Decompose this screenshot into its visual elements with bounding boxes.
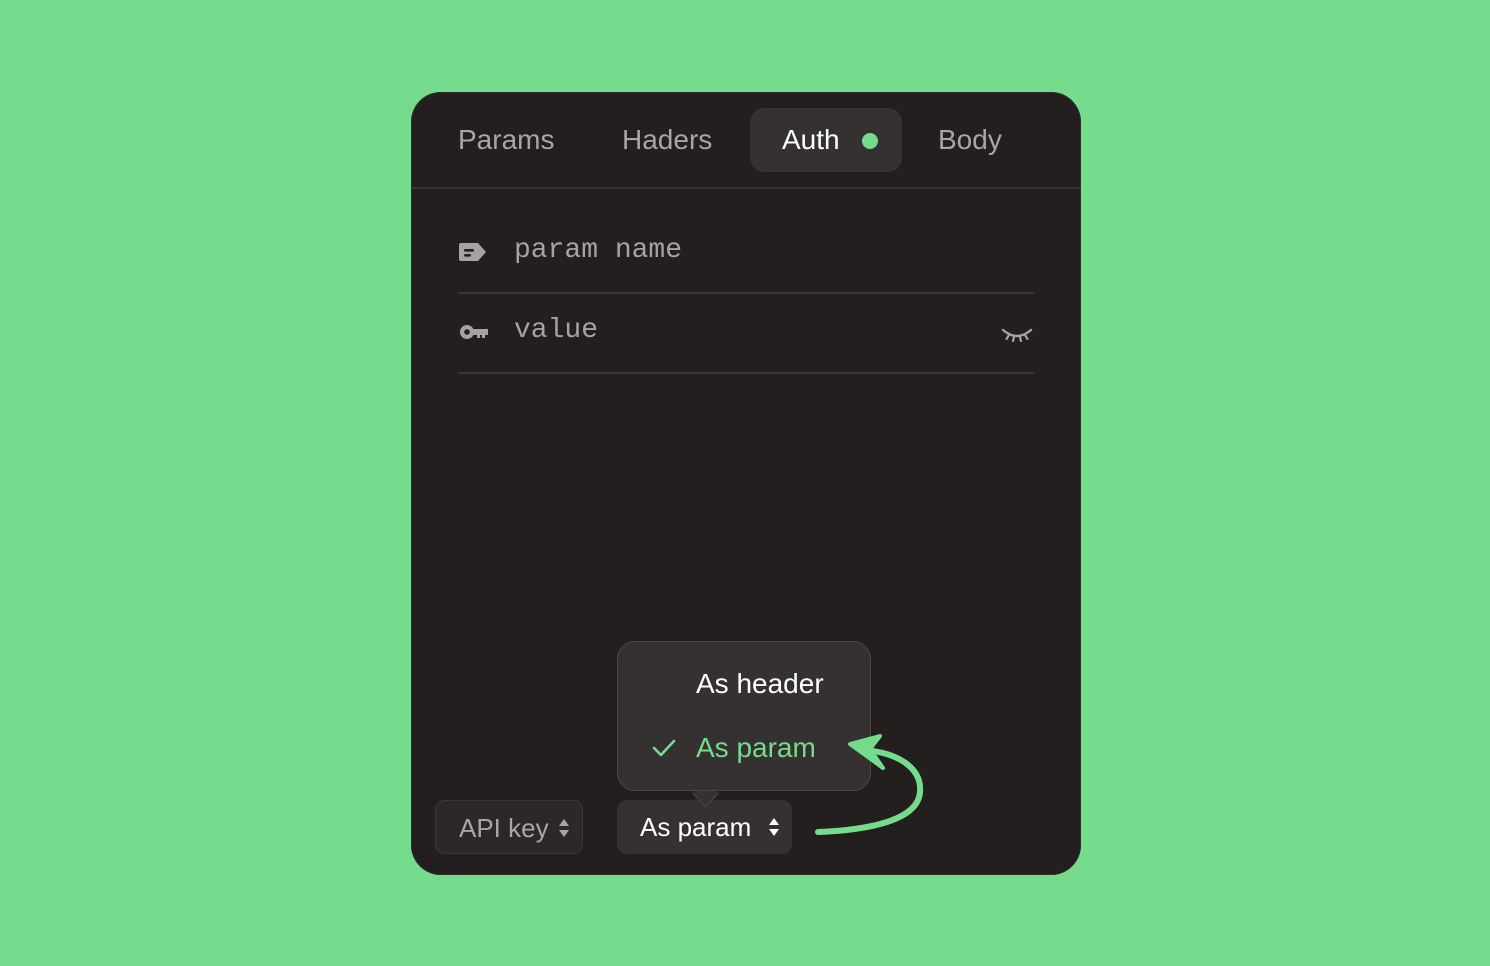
chevron-updown-icon — [559, 819, 569, 837]
placement-select[interactable]: As param — [617, 800, 792, 854]
menu-item-as-header[interactable]: As header — [618, 656, 870, 712]
tab-auth[interactable]: Auth — [750, 108, 902, 172]
tab-bar: Params Haders Auth Body — [411, 92, 1081, 189]
value-row — [458, 292, 1034, 374]
param-name-row — [458, 212, 1034, 294]
tab-params-label: Params — [458, 124, 555, 155]
auth-type-value: API key — [459, 813, 549, 843]
tag-icon — [459, 243, 486, 261]
param-name-input[interactable] — [514, 230, 954, 270]
check-icon — [652, 739, 676, 757]
tab-body-label: Body — [938, 124, 1002, 155]
auth-type-select[interactable]: API key — [435, 800, 583, 854]
tab-body[interactable]: Body — [938, 108, 1002, 172]
placement-value: As param — [640, 812, 752, 842]
menu-item-label: As param — [696, 732, 816, 763]
status-dot-icon — [862, 133, 878, 149]
tab-headers-label: Haders — [622, 124, 713, 155]
value-input[interactable] — [514, 310, 954, 350]
eye-closed-icon[interactable] — [1000, 322, 1034, 346]
key-icon — [460, 325, 488, 339]
chevron-updown-icon — [769, 818, 779, 836]
tab-params[interactable]: Params — [458, 108, 554, 172]
menu-item-label: As header — [696, 668, 824, 699]
curved-arrow-icon — [815, 734, 924, 835]
tab-auth-label: Auth — [782, 124, 840, 155]
tab-headers[interactable]: Haders — [622, 108, 712, 172]
